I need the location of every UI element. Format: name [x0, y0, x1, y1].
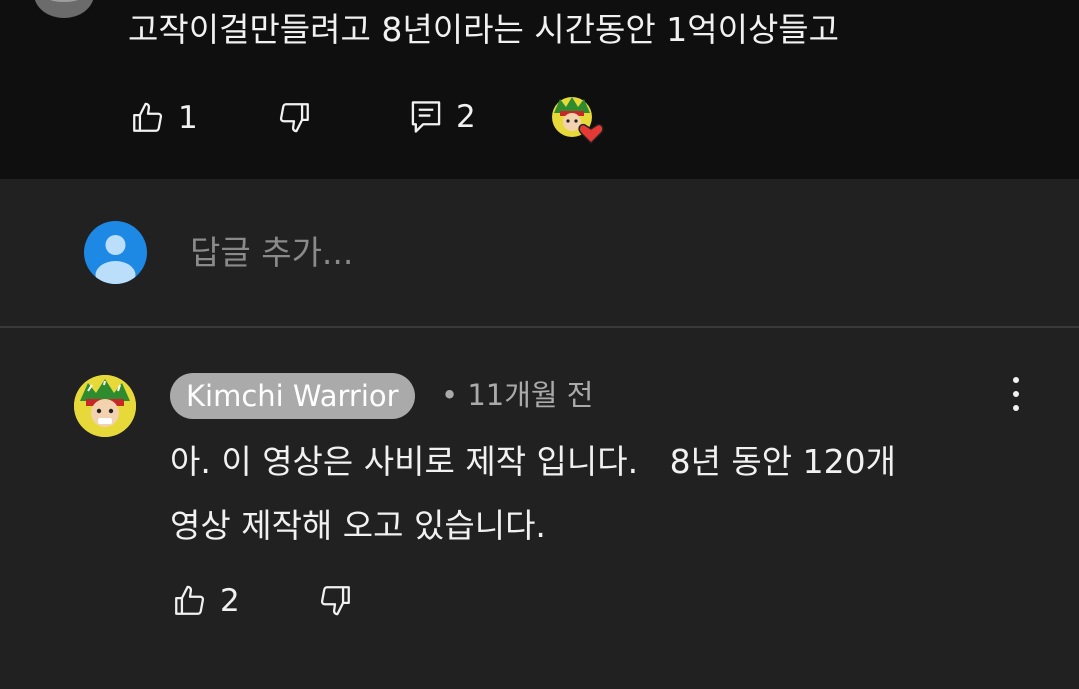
reply-author-name[interactable]: Kimchi Warrior — [170, 373, 415, 419]
thumb-down-icon — [278, 100, 312, 134]
reply-icon — [410, 99, 442, 135]
reply-input-bar: 답글 추가... — [0, 179, 1079, 326]
reply-author-avatar[interactable] — [74, 375, 136, 437]
reply-comment-text: 아. 이 영상은 사비로 제작 입니다. 8년 동안 120개 영상 제작해 오… — [170, 430, 1050, 558]
parent-reply-count: 2 — [456, 99, 476, 135]
more-vert-icon-dot — [1013, 405, 1019, 411]
comment-thread: 고작이걸만들려고 8년이라는 시간동안 1억이상들고 1 2 답글 추가... … — [0, 0, 1079, 689]
thumb-up-icon — [172, 584, 206, 618]
parent-dislike-button[interactable] — [278, 100, 312, 134]
parent-comment-text: 고작이걸만들려고 8년이라는 시간동안 1억이상들고 — [128, 10, 840, 49]
parent-reply-button[interactable]: 2 — [410, 99, 476, 135]
thumb-down-icon — [319, 583, 353, 617]
parent-author-avatar[interactable] — [34, 0, 94, 18]
reply-timestamp[interactable]: 11개월 전 — [467, 378, 593, 412]
current-user-avatar — [84, 221, 147, 284]
reply-dislike-button[interactable] — [319, 583, 353, 617]
reply-like-button[interactable]: 2 — [172, 583, 240, 619]
thumb-up-icon — [130, 101, 164, 135]
more-options-button[interactable] — [1002, 374, 1030, 414]
reply-comment: Kimchi Warrior • 11개월 전 아. 이 영상은 사비로 제작 … — [0, 328, 1079, 689]
reply-like-count: 2 — [220, 583, 240, 619]
reply-line: 영상 제작해 오고 있습니다. — [170, 506, 546, 545]
parent-like-button[interactable]: 1 — [130, 100, 198, 136]
parent-comment: 고작이걸만들려고 8년이라는 시간동안 1억이상들고 1 2 — [0, 0, 1079, 179]
more-vert-icon-dot — [1013, 391, 1019, 397]
meta-separator: • — [441, 378, 459, 412]
reply-meta: • 11개월 전 — [441, 375, 594, 415]
parent-like-count: 1 — [178, 100, 198, 136]
reply-line: 아. 이 영상은 사비로 제작 입니다. 8년 동안 120개 — [170, 442, 896, 481]
reply-input[interactable]: 답글 추가... — [190, 233, 353, 273]
more-vert-icon — [1013, 377, 1019, 383]
creator-heart-badge — [550, 95, 610, 145]
creator-heart-icon — [550, 95, 610, 145]
